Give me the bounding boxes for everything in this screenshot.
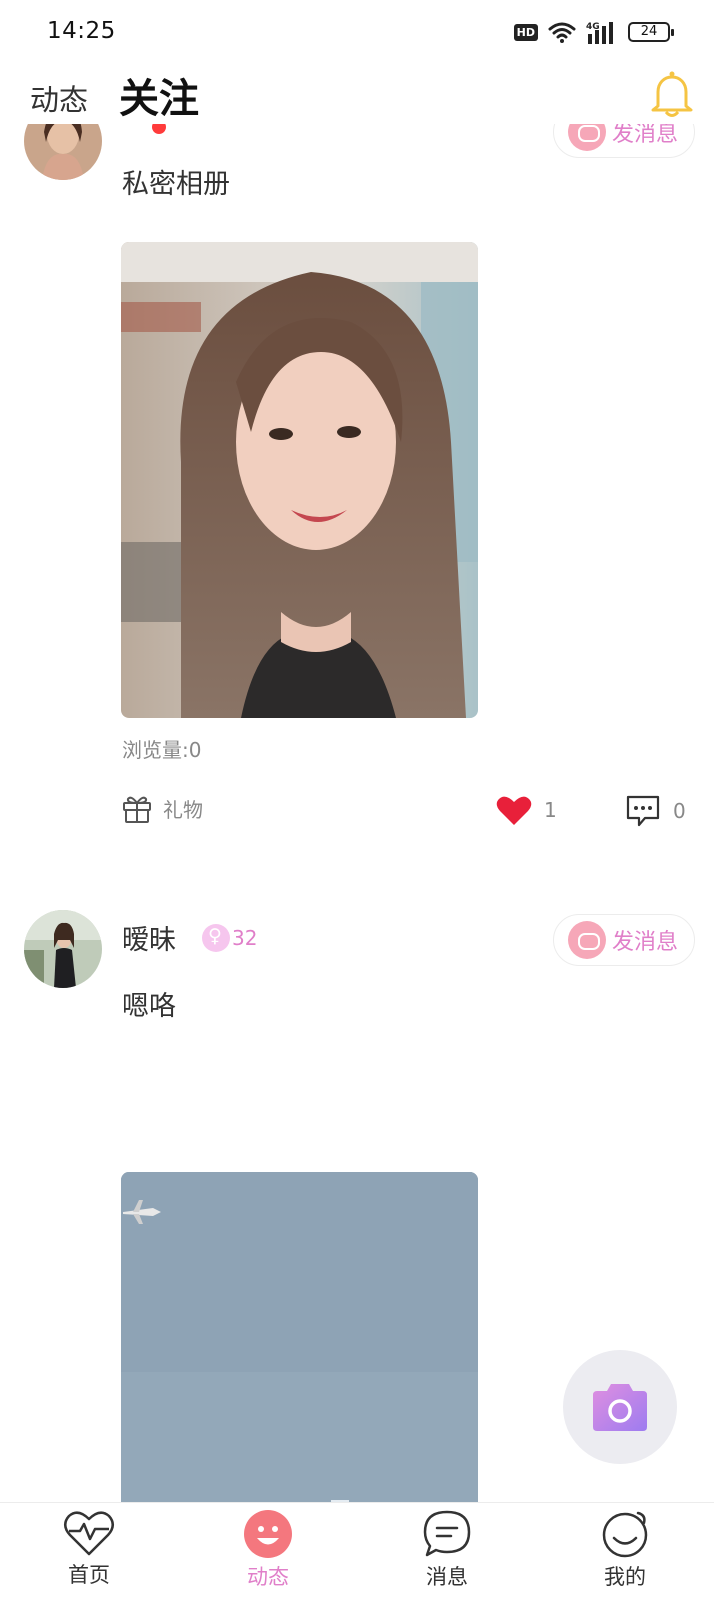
signal-icon: 4G xyxy=(586,22,613,44)
status-icons: HD 4G 24 xyxy=(513,20,674,44)
status-bar: 14:25 HD 4G 24 xyxy=(0,0,714,62)
bell-icon[interactable] xyxy=(648,68,696,120)
avatar[interactable] xyxy=(24,910,102,988)
nav-mine[interactable]: 我的 xyxy=(565,1509,685,1591)
username[interactable]: 暧昧 xyxy=(122,918,176,957)
wifi-icon xyxy=(548,22,576,43)
tab-dynamic[interactable]: 动态 xyxy=(30,77,88,119)
battery-icon: 24 xyxy=(628,22,674,42)
header: 动态 关注 xyxy=(0,62,714,124)
female-icon xyxy=(202,924,230,952)
nav-home[interactable]: 首页 xyxy=(29,1509,149,1589)
feed[interactable]: 发消息 私密相册 浏览量:0 礼物 1 0 暧昧 ♀ 32 发消息 嗯咯 xyxy=(0,124,714,1502)
post-photo[interactable] xyxy=(121,242,478,718)
nav-messages[interactable]: 消息 xyxy=(387,1509,507,1591)
comment-count: 0 xyxy=(673,799,686,823)
level-badge: 32 xyxy=(202,924,257,952)
like-button[interactable]: 1 xyxy=(496,794,557,826)
tab-follow[interactable]: 关注 xyxy=(119,66,199,124)
send-message-button[interactable]: 发消息 xyxy=(553,124,695,158)
post-photo[interactable] xyxy=(121,1172,478,1502)
status-time: 14:25 xyxy=(47,18,116,44)
nav-dynamic-label: 动态 xyxy=(247,1565,289,1589)
gift-icon xyxy=(123,796,151,823)
send-message-button[interactable]: 发消息 xyxy=(553,914,695,966)
chat-icon xyxy=(568,124,606,151)
post-text: 私密相册 xyxy=(122,169,230,200)
nav-dynamic[interactable]: 动态 xyxy=(208,1509,328,1591)
nav-messages-label: 消息 xyxy=(426,1565,468,1589)
nav-mine-label: 我的 xyxy=(604,1565,646,1589)
unread-dot xyxy=(152,124,166,134)
heart-icon xyxy=(496,796,532,825)
nav-home-label: 首页 xyxy=(68,1563,110,1587)
chat-icon xyxy=(568,921,606,959)
send-message-label: 发消息 xyxy=(612,124,679,147)
comment-icon xyxy=(626,795,660,827)
camera-fab[interactable] xyxy=(563,1350,677,1464)
gift-button[interactable]: 礼物 xyxy=(121,792,203,824)
heart-pulse-icon xyxy=(64,1511,114,1556)
view-count: 浏览量:0 xyxy=(122,738,202,762)
avatar[interactable] xyxy=(24,124,102,180)
like-count: 1 xyxy=(544,798,557,822)
camera-icon xyxy=(593,1384,647,1431)
smile-face-icon xyxy=(244,1510,292,1558)
post-text: 嗯咯 xyxy=(122,991,176,1022)
send-message-label: 发消息 xyxy=(612,930,679,955)
comment-button[interactable]: 0 xyxy=(625,794,686,828)
chat-bubble-icon xyxy=(423,1510,471,1557)
profile-face-icon xyxy=(602,1511,648,1558)
hd-icon: HD xyxy=(513,23,538,41)
level-value: 32 xyxy=(232,926,258,950)
gift-label: 礼物 xyxy=(163,797,203,822)
bottom-nav: 首页 动态 消息 我的 xyxy=(0,1502,714,1600)
